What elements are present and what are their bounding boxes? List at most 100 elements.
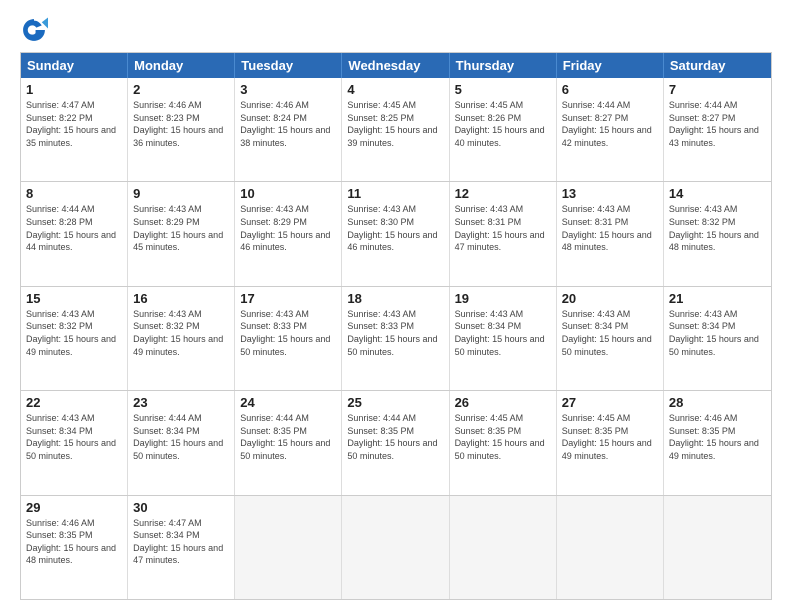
calendar-cell: 9 Sunrise: 4:43 AM Sunset: 8:29 PM Daylig… xyxy=(128,182,235,285)
calendar-cell: 8 Sunrise: 4:44 AM Sunset: 8:28 PM Daylig… xyxy=(21,182,128,285)
day-info: Sunrise: 4:44 AM Sunset: 8:34 PM Dayligh… xyxy=(133,412,229,462)
calendar-week: 15 Sunrise: 4:43 AM Sunset: 8:32 PM Dayli… xyxy=(21,287,771,391)
day-info: Sunrise: 4:43 AM Sunset: 8:29 PM Dayligh… xyxy=(133,203,229,253)
calendar-week: 1 Sunrise: 4:47 AM Sunset: 8:22 PM Daylig… xyxy=(21,78,771,182)
logo-icon xyxy=(20,16,48,44)
day-info: Sunrise: 4:43 AM Sunset: 8:32 PM Dayligh… xyxy=(669,203,766,253)
day-info: Sunrise: 4:45 AM Sunset: 8:35 PM Dayligh… xyxy=(455,412,551,462)
day-number: 14 xyxy=(669,186,766,201)
calendar-cell: 12 Sunrise: 4:43 AM Sunset: 8:31 PM Dayli… xyxy=(450,182,557,285)
day-info: Sunrise: 4:43 AM Sunset: 8:30 PM Dayligh… xyxy=(347,203,443,253)
day-info: Sunrise: 4:43 AM Sunset: 8:32 PM Dayligh… xyxy=(133,308,229,358)
day-number: 17 xyxy=(240,291,336,306)
day-info: Sunrise: 4:43 AM Sunset: 8:33 PM Dayligh… xyxy=(240,308,336,358)
calendar-cell: 29 Sunrise: 4:46 AM Sunset: 8:35 PM Dayli… xyxy=(21,496,128,599)
calendar-cell xyxy=(664,496,771,599)
day-number: 8 xyxy=(26,186,122,201)
day-number: 9 xyxy=(133,186,229,201)
calendar-cell: 2 Sunrise: 4:46 AM Sunset: 8:23 PM Daylig… xyxy=(128,78,235,181)
day-info: Sunrise: 4:43 AM Sunset: 8:32 PM Dayligh… xyxy=(26,308,122,358)
day-info: Sunrise: 4:43 AM Sunset: 8:34 PM Dayligh… xyxy=(455,308,551,358)
day-info: Sunrise: 4:46 AM Sunset: 8:23 PM Dayligh… xyxy=(133,99,229,149)
day-number: 16 xyxy=(133,291,229,306)
day-number: 5 xyxy=(455,82,551,97)
day-info: Sunrise: 4:44 AM Sunset: 8:35 PM Dayligh… xyxy=(347,412,443,462)
calendar-cell: 15 Sunrise: 4:43 AM Sunset: 8:32 PM Dayli… xyxy=(21,287,128,390)
calendar-cell xyxy=(450,496,557,599)
calendar-cell: 28 Sunrise: 4:46 AM Sunset: 8:35 PM Dayli… xyxy=(664,391,771,494)
day-info: Sunrise: 4:46 AM Sunset: 8:35 PM Dayligh… xyxy=(26,517,122,567)
calendar-week: 29 Sunrise: 4:46 AM Sunset: 8:35 PM Dayli… xyxy=(21,496,771,599)
calendar-header-cell: Sunday xyxy=(21,53,128,78)
calendar-cell: 18Sunrise: 4:43 AM Sunset: 8:33 PM Dayli… xyxy=(342,287,449,390)
day-number: 15 xyxy=(26,291,122,306)
day-info: Sunrise: 4:47 AM Sunset: 8:22 PM Dayligh… xyxy=(26,99,122,149)
calendar-cell: 21 Sunrise: 4:43 AM Sunset: 8:34 PM Dayli… xyxy=(664,287,771,390)
calendar-cell: 20 Sunrise: 4:43 AM Sunset: 8:34 PM Dayli… xyxy=(557,287,664,390)
day-number: 21 xyxy=(669,291,766,306)
day-number: 3 xyxy=(240,82,336,97)
calendar-cell: 10Sunrise: 4:43 AM Sunset: 8:29 PM Dayli… xyxy=(235,182,342,285)
day-number: 27 xyxy=(562,395,658,410)
calendar-body: 1 Sunrise: 4:47 AM Sunset: 8:22 PM Daylig… xyxy=(21,78,771,599)
day-number: 12 xyxy=(455,186,551,201)
day-number: 6 xyxy=(562,82,658,97)
calendar-header-cell: Tuesday xyxy=(235,53,342,78)
calendar-cell: 1 Sunrise: 4:47 AM Sunset: 8:22 PM Daylig… xyxy=(21,78,128,181)
day-info: Sunrise: 4:46 AM Sunset: 8:35 PM Dayligh… xyxy=(669,412,766,462)
day-info: Sunrise: 4:43 AM Sunset: 8:31 PM Dayligh… xyxy=(562,203,658,253)
calendar-header: SundayMondayTuesdayWednesdayThursdayFrid… xyxy=(21,53,771,78)
day-info: Sunrise: 4:43 AM Sunset: 8:33 PM Dayligh… xyxy=(347,308,443,358)
calendar-cell xyxy=(235,496,342,599)
day-number: 11 xyxy=(347,186,443,201)
calendar-cell xyxy=(342,496,449,599)
calendar-week: 22 Sunrise: 4:43 AM Sunset: 8:34 PM Dayli… xyxy=(21,391,771,495)
day-info: Sunrise: 4:43 AM Sunset: 8:31 PM Dayligh… xyxy=(455,203,551,253)
calendar: SundayMondayTuesdayWednesdayThursdayFrid… xyxy=(20,52,772,600)
day-number: 28 xyxy=(669,395,766,410)
day-number: 25 xyxy=(347,395,443,410)
calendar-header-cell: Friday xyxy=(557,53,664,78)
calendar-week: 8 Sunrise: 4:44 AM Sunset: 8:28 PM Daylig… xyxy=(21,182,771,286)
calendar-cell: 6 Sunrise: 4:44 AM Sunset: 8:27 PM Daylig… xyxy=(557,78,664,181)
day-info: Sunrise: 4:43 AM Sunset: 8:34 PM Dayligh… xyxy=(669,308,766,358)
calendar-cell: 11 Sunrise: 4:43 AM Sunset: 8:30 PM Dayli… xyxy=(342,182,449,285)
calendar-cell: 13Sunrise: 4:43 AM Sunset: 8:31 PM Dayli… xyxy=(557,182,664,285)
day-number: 7 xyxy=(669,82,766,97)
day-number: 26 xyxy=(455,395,551,410)
day-number: 29 xyxy=(26,500,122,515)
day-info: Sunrise: 4:44 AM Sunset: 8:35 PM Dayligh… xyxy=(240,412,336,462)
calendar-cell: 7 Sunrise: 4:44 AM Sunset: 8:27 PM Daylig… xyxy=(664,78,771,181)
day-info: Sunrise: 4:44 AM Sunset: 8:27 PM Dayligh… xyxy=(669,99,766,149)
day-number: 1 xyxy=(26,82,122,97)
day-info: Sunrise: 4:43 AM Sunset: 8:34 PM Dayligh… xyxy=(26,412,122,462)
calendar-cell: 26 Sunrise: 4:45 AM Sunset: 8:35 PM Dayli… xyxy=(450,391,557,494)
day-number: 2 xyxy=(133,82,229,97)
day-number: 4 xyxy=(347,82,443,97)
calendar-cell: 27 Sunrise: 4:45 AM Sunset: 8:35 PM Dayli… xyxy=(557,391,664,494)
calendar-cell: 3 Sunrise: 4:46 AM Sunset: 8:24 PM Daylig… xyxy=(235,78,342,181)
day-number: 20 xyxy=(562,291,658,306)
calendar-cell xyxy=(557,496,664,599)
day-info: Sunrise: 4:45 AM Sunset: 8:35 PM Dayligh… xyxy=(562,412,658,462)
day-info: Sunrise: 4:44 AM Sunset: 8:27 PM Dayligh… xyxy=(562,99,658,149)
calendar-header-cell: Thursday xyxy=(450,53,557,78)
calendar-cell: 17 Sunrise: 4:43 AM Sunset: 8:33 PM Dayli… xyxy=(235,287,342,390)
day-info: Sunrise: 4:47 AM Sunset: 8:34 PM Dayligh… xyxy=(133,517,229,567)
day-info: Sunrise: 4:43 AM Sunset: 8:34 PM Dayligh… xyxy=(562,308,658,358)
calendar-cell: 30 Sunrise: 4:47 AM Sunset: 8:34 PM Dayli… xyxy=(128,496,235,599)
calendar-header-cell: Monday xyxy=(128,53,235,78)
day-info: Sunrise: 4:46 AM Sunset: 8:24 PM Dayligh… xyxy=(240,99,336,149)
day-number: 24 xyxy=(240,395,336,410)
calendar-cell: 22 Sunrise: 4:43 AM Sunset: 8:34 PM Dayli… xyxy=(21,391,128,494)
calendar-cell: 23Sunrise: 4:44 AM Sunset: 8:34 PM Dayli… xyxy=(128,391,235,494)
logo xyxy=(20,16,52,44)
day-info: Sunrise: 4:45 AM Sunset: 8:25 PM Dayligh… xyxy=(347,99,443,149)
calendar-cell: 4 Sunrise: 4:45 AM Sunset: 8:25 PM Daylig… xyxy=(342,78,449,181)
day-number: 30 xyxy=(133,500,229,515)
day-number: 10 xyxy=(240,186,336,201)
day-number: 22 xyxy=(26,395,122,410)
calendar-header-cell: Wednesday xyxy=(342,53,449,78)
calendar-cell: 5Sunrise: 4:45 AM Sunset: 8:26 PM Daylig… xyxy=(450,78,557,181)
day-info: Sunrise: 4:44 AM Sunset: 8:28 PM Dayligh… xyxy=(26,203,122,253)
